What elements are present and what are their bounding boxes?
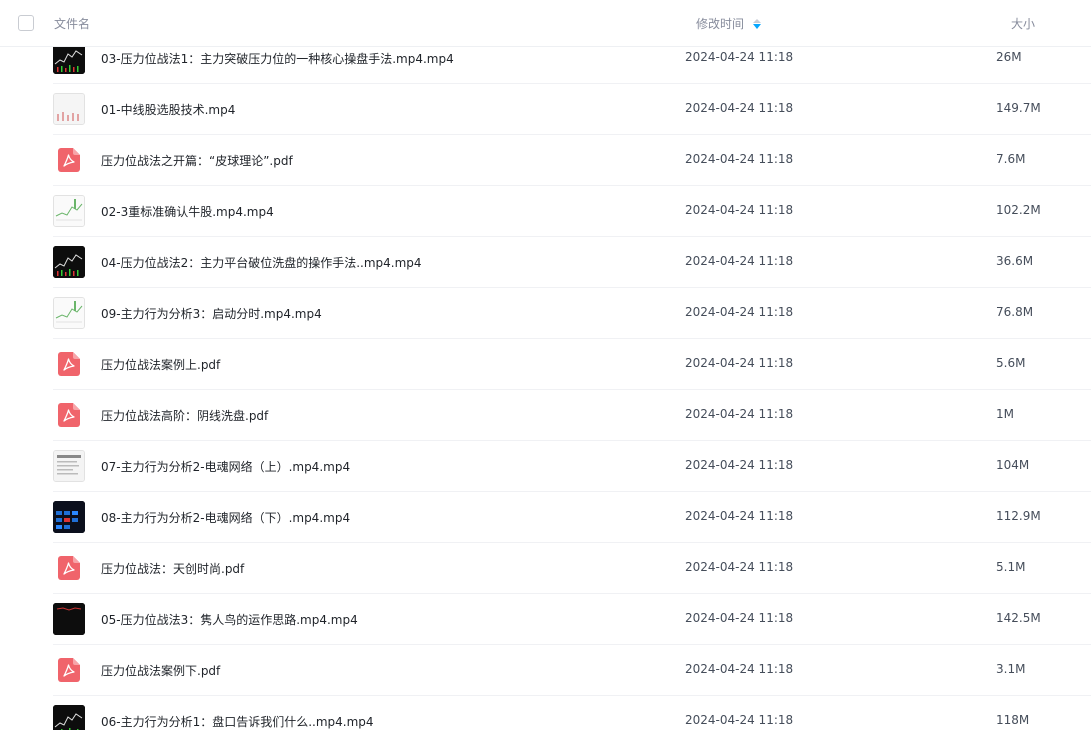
file-modified-time: 2024-04-24 11:18: [685, 458, 794, 472]
file-row[interactable]: 压力位战法：天创时尚.pdf 2024-04-24 11:18 5.1M: [0, 543, 1091, 594]
column-header-name[interactable]: 文件名: [54, 15, 90, 32]
file-size: 5.1M: [996, 560, 1026, 574]
video-thumbnail-icon: [53, 603, 85, 635]
file-modified-time: 2024-04-24 11:18: [685, 407, 794, 421]
file-modified-time: 2024-04-24 11:18: [685, 662, 794, 676]
file-modified-time: 2024-04-24 11:18: [685, 305, 794, 319]
sort-desc-icon[interactable]: [753, 18, 762, 29]
file-row[interactable]: 05-压力位战法3：隽人鸟的运作思路.mp4.mp4 2024-04-24 11:…: [0, 594, 1091, 645]
file-size: 112.9M: [996, 509, 1041, 523]
file-name[interactable]: 08-主力行为分析2-电魂网络（下）.mp4.mp4: [101, 509, 350, 526]
file-row[interactable]: 压力位战法案例上.pdf 2024-04-24 11:18 5.6M: [0, 339, 1091, 390]
file-name[interactable]: 01-中线股选股技术.mp4: [101, 101, 235, 118]
file-size: 76.8M: [996, 305, 1034, 319]
file-row[interactable]: 01-中线股选股技术.mp4 2024-04-24 11:18 149.7M: [0, 84, 1091, 135]
file-name[interactable]: 09-主力行为分析3：启动分时.mp4.mp4: [101, 305, 322, 322]
file-size: 1M: [996, 407, 1014, 421]
file-row[interactable]: 02-3重标准确认牛股.mp4.mp4 2024-04-24 11:18 102.2…: [0, 186, 1091, 237]
video-thumbnail-icon: [53, 501, 85, 533]
file-modified-time: 2024-04-24 11:18: [685, 713, 794, 727]
file-name[interactable]: 压力位战法之开篇：“皮球理论”.pdf: [101, 152, 293, 169]
file-name[interactable]: 07-主力行为分析2-电魂网络（上）.mp4.mp4: [101, 458, 350, 475]
file-size: 118M: [996, 713, 1030, 727]
file-row[interactable]: 压力位战法之开篇：“皮球理论”.pdf 2024-04-24 11:18 7.6M: [0, 135, 1091, 186]
file-row[interactable]: 压力位战法高阶：阴线洗盘.pdf 2024-04-24 11:18 1M: [0, 390, 1091, 441]
video-thumbnail-icon: [53, 450, 85, 482]
file-row[interactable]: 06-主力行为分析1：盘口告诉我们什么..mp4.mp4 2024-04-24 1…: [0, 696, 1091, 730]
file-modified-time: 2024-04-24 11:18: [685, 101, 794, 115]
pdf-icon: [58, 658, 80, 682]
file-size: 36.6M: [996, 254, 1034, 268]
file-row[interactable]: 07-主力行为分析2-电魂网络（上）.mp4.mp4 2024-04-24 11:…: [0, 441, 1091, 492]
pdf-icon: [58, 403, 80, 427]
file-row[interactable]: 压力位战法案例下.pdf 2024-04-24 11:18 3.1M: [0, 645, 1091, 696]
list-header: 文件名 修改时间 大小: [0, 0, 1091, 47]
file-size: 3.1M: [996, 662, 1026, 676]
file-name[interactable]: 压力位战法高阶：阴线洗盘.pdf: [101, 407, 268, 424]
select-all-checkbox[interactable]: [18, 15, 34, 31]
file-modified-time: 2024-04-24 11:18: [685, 560, 794, 574]
video-thumbnail-icon: [53, 93, 85, 125]
file-size: 142.5M: [996, 611, 1041, 625]
file-name[interactable]: 压力位战法案例上.pdf: [101, 356, 220, 373]
file-name[interactable]: 06-主力行为分析1：盘口告诉我们什么..mp4.mp4: [101, 713, 374, 730]
file-name[interactable]: 03-压力位战法1：主力突破压力位的一种核心操盘手法.mp4.mp4: [101, 50, 454, 67]
file-name[interactable]: 压力位战法案例下.pdf: [101, 662, 220, 679]
file-row[interactable]: 04-压力位战法2：主力平台破位洗盘的操作手法..mp4.mp4 2024-04-…: [0, 237, 1091, 288]
file-name[interactable]: 04-压力位战法2：主力平台破位洗盘的操作手法..mp4.mp4: [101, 254, 422, 271]
video-thumbnail-icon: [53, 297, 85, 329]
file-rows: 03-压力位战法1：主力突破压力位的一种核心操盘手法.mp4.mp4 2024-0…: [0, 33, 1091, 730]
file-modified-time: 2024-04-24 11:18: [685, 254, 794, 268]
file-modified-time: 2024-04-24 11:18: [685, 203, 794, 217]
file-size: 104M: [996, 458, 1030, 472]
file-name[interactable]: 05-压力位战法3：隽人鸟的运作思路.mp4.mp4: [101, 611, 358, 628]
column-header-size[interactable]: 大小: [1011, 15, 1035, 32]
file-row[interactable]: 08-主力行为分析2-电魂网络（下）.mp4.mp4 2024-04-24 11:…: [0, 492, 1091, 543]
file-size: 26M: [996, 50, 1022, 64]
pdf-icon: [58, 148, 80, 172]
file-modified-time: 2024-04-24 11:18: [685, 356, 794, 370]
column-header-modified-time[interactable]: 修改时间: [696, 15, 762, 32]
file-modified-time: 2024-04-24 11:18: [685, 611, 794, 625]
file-size: 5.6M: [996, 356, 1026, 370]
file-name[interactable]: 压力位战法：天创时尚.pdf: [101, 560, 244, 577]
pdf-icon: [58, 352, 80, 376]
file-modified-time: 2024-04-24 11:18: [685, 50, 794, 64]
file-list: 03-压力位战法1：主力突破压力位的一种核心操盘手法.mp4.mp4 2024-0…: [0, 0, 1091, 730]
file-size: 149.7M: [996, 101, 1041, 115]
column-header-modified-time-label: 修改时间: [696, 17, 745, 31]
file-modified-time: 2024-04-24 11:18: [685, 509, 794, 523]
file-modified-time: 2024-04-24 11:18: [685, 152, 794, 166]
file-size: 7.6M: [996, 152, 1026, 166]
file-row[interactable]: 09-主力行为分析3：启动分时.mp4.mp4 2024-04-24 11:18 7…: [0, 288, 1091, 339]
pdf-icon: [58, 556, 80, 580]
video-thumbnail-icon: [53, 705, 85, 730]
file-name[interactable]: 02-3重标准确认牛股.mp4.mp4: [101, 203, 274, 220]
video-thumbnail-icon: [53, 195, 85, 227]
file-size: 102.2M: [996, 203, 1041, 217]
video-thumbnail-icon: [53, 246, 85, 278]
